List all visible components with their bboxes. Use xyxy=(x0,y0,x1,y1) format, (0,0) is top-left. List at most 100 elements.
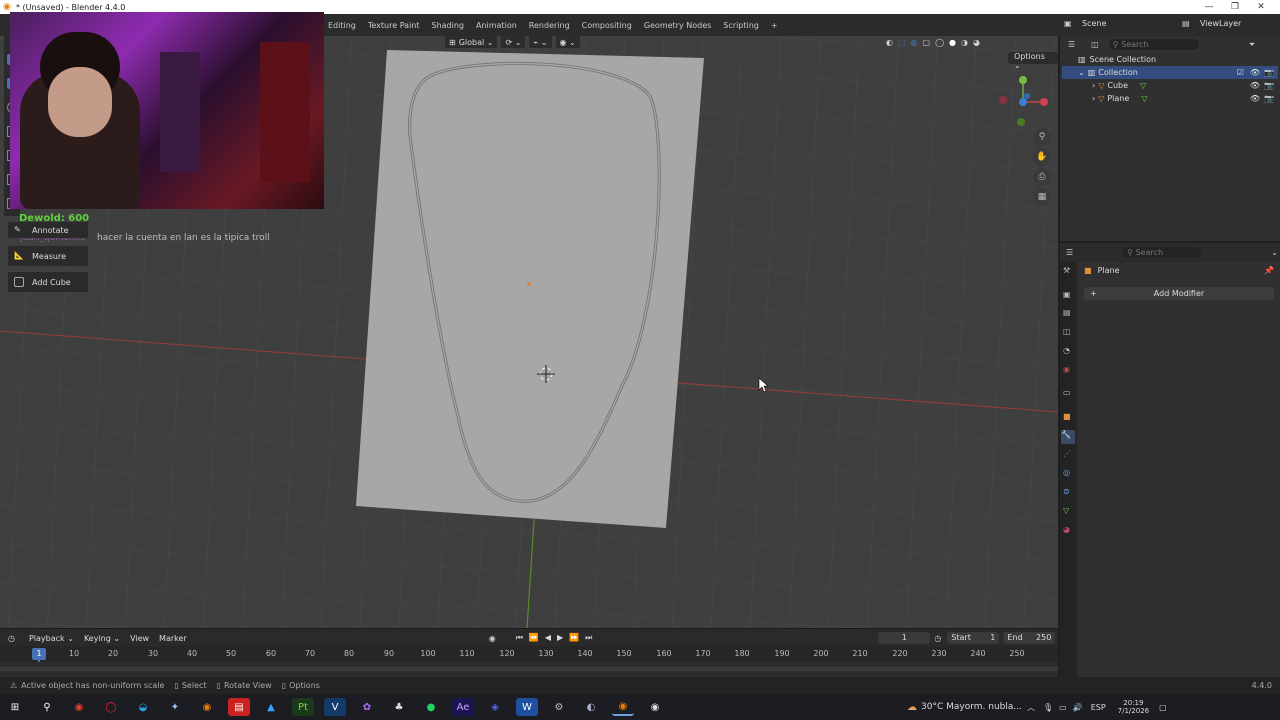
add-workspace-button[interactable]: + xyxy=(765,21,784,30)
photos-icon[interactable]: ▲ xyxy=(260,698,282,716)
opera-icon[interactable]: ◯ xyxy=(100,698,122,716)
expand-chevron-icon[interactable]: ⌄ xyxy=(1078,68,1085,77)
timeline-scrollbar[interactable] xyxy=(0,667,1058,671)
current-frame-field[interactable]: 1 xyxy=(878,632,931,644)
filter-icon[interactable]: ⏷ xyxy=(1249,40,1255,50)
material-shading-icon[interactable]: ◑ xyxy=(961,38,968,47)
zoom-icon[interactable]: ⚲ xyxy=(1033,128,1051,146)
clock-icon[interactable]: ◷ xyxy=(934,634,941,643)
solid-shading-icon[interactable]: ● xyxy=(949,38,956,47)
world-tab-icon[interactable]: ◉ xyxy=(1063,365,1070,374)
outliner-item-plane[interactable]: › ▽ Plane ▽ 👁 📷 xyxy=(1078,92,1278,105)
search-icon[interactable]: ⚲ xyxy=(36,698,58,716)
start-frame-field[interactable]: Start 1 xyxy=(947,632,1000,644)
tab-shading[interactable]: Shading xyxy=(426,21,471,30)
minimize-icon[interactable]: — xyxy=(1196,0,1222,14)
collection-tab-icon[interactable]: ▭ xyxy=(1063,388,1071,397)
maximize-icon[interactable]: ❐ xyxy=(1222,0,1248,14)
transform-orientation-dropdown[interactable]: ⊞ Global ⌄ xyxy=(445,36,498,48)
render-tab-icon[interactable]: ▣ xyxy=(1063,290,1071,299)
rendered-shading-icon[interactable]: ◕ xyxy=(973,38,980,47)
word-icon[interactable]: W xyxy=(516,698,538,716)
painter-icon[interactable]: Pt xyxy=(292,698,314,716)
collection-row[interactable]: ⌄ ▥ Collection ☑ 👁 📷 xyxy=(1062,66,1278,79)
scene-name[interactable]: Scene xyxy=(1082,19,1106,28)
camera-icon[interactable]: 📷 xyxy=(1264,94,1274,103)
chevron-down-icon[interactable]: ⌄ xyxy=(1271,248,1278,257)
pivot-point-dropdown[interactable]: ⟳ ⌄ xyxy=(501,36,526,48)
editor-type-icon[interactable]: ☰ xyxy=(1066,248,1073,257)
record-icon[interactable]: ◉ xyxy=(489,634,496,643)
display-mode-icon[interactable]: ◫ xyxy=(1091,40,1099,49)
outliner-item-cube[interactable]: › ▽ Cube ▽ 👁 📷 xyxy=(1078,79,1278,92)
app-red-icon[interactable]: ▤ xyxy=(228,698,250,716)
chevron-right-icon[interactable]: › xyxy=(1092,94,1095,103)
obs-icon[interactable]: ◉ xyxy=(644,698,666,716)
data-tab-icon[interactable]: ▽ xyxy=(1063,506,1069,515)
material-tab-icon[interactable]: ◕ xyxy=(1063,525,1070,534)
timeline-track[interactable] xyxy=(0,662,1058,677)
steam-icon[interactable]: ◐ xyxy=(580,698,602,716)
snap-toggle[interactable]: ⌁ ⌄ xyxy=(529,36,552,48)
playback-menu[interactable]: Playback ⌄ xyxy=(29,634,74,643)
clock[interactable]: 20:19 7/1/2026 xyxy=(1118,699,1149,715)
physics-tab-icon[interactable]: ◎ xyxy=(1063,468,1070,477)
discord-icon[interactable]: ◈ xyxy=(484,698,506,716)
tool-tab-icon[interactable]: ⚒ xyxy=(1063,266,1070,275)
navigation-gizmo[interactable] xyxy=(996,74,1052,130)
app-icon[interactable]: ✦ xyxy=(164,698,186,716)
edge-icon[interactable]: ◒ xyxy=(132,698,154,716)
output-tab-icon[interactable]: ▤ xyxy=(1063,308,1071,317)
proportional-edit-toggle[interactable]: ◉ ⌄ xyxy=(555,36,580,48)
properties-search-input[interactable]: ⚲ Search xyxy=(1123,246,1202,258)
app-purple-icon[interactable]: ✿ xyxy=(356,698,378,716)
camera-icon[interactable]: 📷 xyxy=(1264,81,1274,90)
language-indicator[interactable]: ESP xyxy=(1091,703,1106,712)
jump-start-icon[interactable]: ⏮ xyxy=(516,633,523,643)
tray-chevron-icon[interactable]: ︿ xyxy=(1027,702,1035,713)
app-generic-icon[interactable]: ♣ xyxy=(388,698,410,716)
editor-type-icon[interactable]: ☰ xyxy=(1068,40,1075,49)
tab-animation[interactable]: Animation xyxy=(470,21,523,30)
tab-scripting[interactable]: Scripting xyxy=(717,21,765,30)
eye-icon[interactable]: 👁 xyxy=(1250,81,1260,90)
tab-compositing[interactable]: Compositing xyxy=(576,21,638,30)
scene-collection-row[interactable]: ▥ Scene Collection xyxy=(1078,53,1278,66)
wireframe-shading-icon[interactable]: ◯ xyxy=(935,38,944,47)
blender-icon[interactable]: ◉ xyxy=(196,698,218,716)
after-effects-icon[interactable]: Ae xyxy=(452,698,474,716)
vscode-icon[interactable]: V xyxy=(324,698,346,716)
spotify-icon[interactable]: ● xyxy=(420,698,442,716)
tab-texture-paint[interactable]: Texture Paint xyxy=(362,21,426,30)
view-menu[interactable]: View xyxy=(130,634,149,643)
overlay-toggle-icon[interactable]: ◍ xyxy=(911,38,918,47)
modifier-wrench-icon[interactable]: 🔧 xyxy=(1061,430,1075,444)
tab-rendering[interactable]: Rendering xyxy=(523,21,576,30)
next-keyframe-icon[interactable]: ⏩ xyxy=(569,633,579,643)
annotate-tool[interactable]: ✎ Annotate xyxy=(8,222,88,238)
view-layer-icon[interactable]: ▤ xyxy=(1182,19,1190,28)
tab-geometry-nodes[interactable]: Geometry Nodes xyxy=(638,21,717,30)
marker-menu[interactable]: Marker xyxy=(159,634,187,643)
microphone-icon[interactable]: 🎙 xyxy=(1043,703,1053,712)
end-frame-field[interactable]: End 250 xyxy=(1003,632,1056,644)
view-layer-tab-icon[interactable]: ◫ xyxy=(1063,327,1071,336)
notification-icon[interactable]: ▢ xyxy=(1159,703,1167,712)
editor-type-icon[interactable]: ◷ xyxy=(8,634,15,643)
ortho-grid-icon[interactable]: ▦ xyxy=(1033,188,1051,206)
measure-tool[interactable]: 📐 Measure xyxy=(8,246,88,266)
chrome-icon[interactable]: ◉ xyxy=(68,698,90,716)
settings-gear-icon[interactable]: ⚙ xyxy=(548,698,570,716)
scene-icon[interactable]: ▣ xyxy=(1064,19,1072,28)
camera-view-icon[interactable]: ⎙ xyxy=(1033,168,1051,186)
outliner-search-input[interactable]: ⚲ Search xyxy=(1108,39,1199,50)
visibility-icon[interactable]: ◐ xyxy=(886,38,893,47)
gizmo-toggle-icon[interactable]: ⬚ xyxy=(898,38,906,47)
constraints-tab-icon[interactable]: ⊜ xyxy=(1063,487,1070,496)
checkbox-icon[interactable]: ☑ xyxy=(1237,68,1244,77)
scene-tab-icon[interactable]: ◔ xyxy=(1063,346,1070,355)
eye-icon[interactable]: 👁 xyxy=(1250,94,1260,103)
blender-active-icon[interactable]: ◉ xyxy=(612,698,634,716)
chevron-right-icon[interactable]: › xyxy=(1092,81,1095,90)
object-tab-icon[interactable]: ■ xyxy=(1063,412,1071,421)
